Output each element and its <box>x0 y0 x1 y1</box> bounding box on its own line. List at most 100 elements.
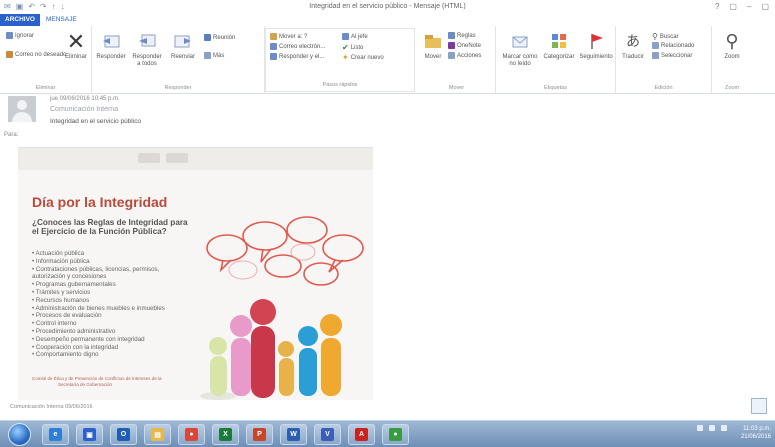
delete-button[interactable]: ✕ Eliminar <box>60 30 92 61</box>
sender-avatar <box>8 96 36 122</box>
explorer-icon: ▤ <box>151 428 164 441</box>
list-item: • Administración de bienes muebles e inm… <box>32 304 165 312</box>
ribbon-group-respond: Responder Responder a todos Reenviar Reu… <box>92 26 265 94</box>
more-button[interactable]: Más <box>204 52 224 59</box>
envelope-icon <box>509 30 531 52</box>
email-icon <box>270 43 277 50</box>
reply-button[interactable]: Responder <box>94 30 128 61</box>
message-sender[interactable]: Comunicación Interna <box>50 106 118 113</box>
taskbar-button-acrobat[interactable]: A <box>348 424 375 445</box>
taskbar-button-ie[interactable]: e <box>42 424 69 445</box>
tab-file[interactable]: ARCHIVO <box>0 14 40 26</box>
forward-icon <box>172 30 194 52</box>
move-folder-icon <box>422 30 444 52</box>
ribbon-group-tags: Marcar como no leído Categorizar Seguimi… <box>496 26 616 94</box>
followup-button[interactable]: Seguimiento <box>576 30 616 61</box>
poster-question-line2: el Ejercicio de la Función Pública? <box>32 227 167 236</box>
forward-button[interactable]: Reenviar <box>166 30 200 61</box>
reply-all-icon <box>136 30 158 52</box>
zoom-button[interactable]: ⚲ Zoom <box>716 30 748 61</box>
list-item: • Trámites y servicios <box>32 288 91 296</box>
list-item: • Actuación pública <box>32 250 85 257</box>
categorize-button[interactable]: Categorizar <box>542 30 576 61</box>
taskbar-button-powerpoint[interactable]: P <box>246 424 273 445</box>
taskbar-button-browser[interactable]: ● <box>382 424 409 445</box>
taskbar-button-word[interactable]: W <box>280 424 307 445</box>
move-button[interactable]: Mover <box>420 30 446 61</box>
list-item: • Cooperación con la integridad <box>32 343 119 351</box>
help-button[interactable]: ? <box>715 2 719 11</box>
ribbon-group-quick-steps: Mover a: ? Correo electrón... Responder … <box>265 28 415 92</box>
network-icon[interactable] <box>709 425 715 431</box>
related-button[interactable]: Relacionado <box>652 42 694 49</box>
acrobat-icon: A <box>355 428 368 441</box>
clock-date: 21/06/2016 <box>740 434 771 440</box>
outlook-icon: O <box>117 428 130 441</box>
taskbar-button-visio[interactable]: V <box>314 424 341 445</box>
meeting-button[interactable]: Reunión <box>204 34 235 41</box>
mark-unread-button[interactable]: Marcar como no leído <box>498 30 542 68</box>
system-tray <box>697 425 727 431</box>
magnifier-icon: ⚲ <box>725 30 739 51</box>
logo-left <box>138 153 160 163</box>
related-icon <box>652 42 659 49</box>
poster-rules-list: • Actuación pública • Información públic… <box>32 250 165 359</box>
rules-button[interactable]: Reglas <box>448 32 476 39</box>
start-button[interactable] <box>8 423 31 446</box>
ribbon-group-editing: あ Traducir ⚲ Buscar Relacionado Seleccio… <box>616 26 712 94</box>
ribbon-display-button[interactable]: ▢ <box>729 2 737 11</box>
taskbar-button-outlook-window[interactable]: ▣ <box>76 424 103 445</box>
window-title: Integridad en el servicio público - Mens… <box>309 3 466 10</box>
ribbon-tabs: ARCHIVO MENSAJE <box>0 14 83 26</box>
poster-footer-line2: Secretaría de Gobernación <box>58 382 113 387</box>
browser-icon: ● <box>389 428 402 441</box>
onenote-button[interactable]: OneNote <box>448 42 481 49</box>
chrome-icon: ● <box>185 428 198 441</box>
check-icon: ✔ <box>342 43 349 52</box>
junk-button[interactable]: Correo no deseado <box>6 51 66 58</box>
meeting-icon <box>204 34 211 41</box>
quickstep-to-manager[interactable]: Al jefe <box>342 33 368 40</box>
select-button[interactable]: Seleccionar <box>652 52 692 59</box>
reply-all-button[interactable]: Responder a todos <box>130 30 164 68</box>
flag-tray-icon[interactable] <box>697 425 703 431</box>
maximize-button[interactable]: ▢ <box>761 2 769 11</box>
word-icon: W <box>287 428 300 441</box>
taskbar-button-excel[interactable]: X <box>212 424 239 445</box>
delete-x-icon: ✕ <box>66 28 86 54</box>
list-item: • Procesos de evaluación <box>32 312 102 320</box>
lightning-icon: ✦ <box>342 53 349 62</box>
clock[interactable]: 11:03 p.m. 21/06/2016 <box>741 425 771 441</box>
folder-icon <box>270 33 277 40</box>
taskbar-button-outlook[interactable]: O <box>110 424 137 445</box>
ribbon: Ignorar Correo no deseado ✕ Eliminar Eli… <box>0 26 775 94</box>
more-icon <box>204 52 211 59</box>
message-subject: Integridad en el servicio público <box>50 118 142 125</box>
taskbar-button-explorer[interactable]: ▤ <box>144 424 171 445</box>
forward-arrow-icon <box>342 33 349 40</box>
ignore-icon <box>6 32 13 39</box>
tab-message[interactable]: MENSAJE <box>40 14 83 26</box>
volume-icon[interactable] <box>721 425 727 431</box>
list-item: • Programas gubernamentales <box>32 281 116 289</box>
quickstep-email-manager[interactable]: Correo electrón... <box>270 43 325 50</box>
ignore-button[interactable]: Ignorar <box>6 32 34 39</box>
quickstep-done[interactable]: ✔ Listo <box>342 43 363 52</box>
ribbon-group-zoom: ⚲ Zoom Zoom <box>712 26 752 94</box>
quickstep-move-to[interactable]: Mover a: ? <box>270 33 307 40</box>
translate-button[interactable]: あ Traducir <box>618 30 648 61</box>
powerpoint-icon: P <box>253 428 266 441</box>
list-item: autorización y concesiones <box>32 273 107 281</box>
message-date: jue 09/06/2016 10:45 p.m. <box>50 96 120 102</box>
minimize-button[interactable]: – <box>747 2 751 11</box>
find-button[interactable]: ⚲ Buscar <box>652 32 679 41</box>
people-speech-bubbles-illustration <box>200 216 364 400</box>
quickstep-create-new[interactable]: ✦ Crear nuevo <box>342 53 384 62</box>
taskbar-button-chrome[interactable]: ● <box>178 424 205 445</box>
quickstep-reply-delete[interactable]: Responder y el... <box>270 53 324 60</box>
taskbar: e ▣ O ▤ ● X P W V A ● 11:03 p.m. 21/06/2016 <box>0 420 775 447</box>
poster-title: Día por la Integridad <box>32 194 168 210</box>
ribbon-group-move: Mover Reglas OneNote Acciones Mover <box>418 26 496 94</box>
reply-icon <box>100 30 122 52</box>
actions-button[interactable]: Acciones <box>448 52 481 59</box>
